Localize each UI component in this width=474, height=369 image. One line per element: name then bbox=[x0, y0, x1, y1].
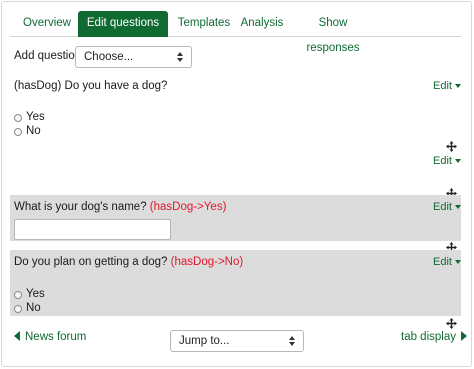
question-3-edit-label: Edit bbox=[433, 256, 452, 268]
page-break-edit-label: Edit bbox=[433, 155, 452, 167]
add-question-label: Add question bbox=[14, 50, 82, 62]
question-3-option-no-label: No bbox=[26, 302, 41, 314]
tab-edit-questions[interactable]: Edit questions bbox=[78, 11, 168, 37]
question-3-text: Do you plan on getting a dog? bbox=[14, 256, 168, 268]
select-arrows-icon bbox=[289, 335, 296, 347]
question-3-radio-yes[interactable] bbox=[14, 291, 22, 299]
tab-templates[interactable]: Templates bbox=[170, 11, 238, 36]
select-arrows-icon bbox=[177, 51, 184, 63]
dog-name-input[interactable] bbox=[14, 219, 171, 240]
question-3-tag: (hasDog->No) bbox=[170, 256, 244, 268]
question-1-radio-no[interactable] bbox=[14, 128, 22, 136]
question-3-edit-menu[interactable]: Edit bbox=[433, 256, 461, 268]
question-2-edit-label: Edit bbox=[433, 201, 452, 213]
prev-activity-link[interactable]: News forum bbox=[14, 331, 86, 343]
move-icon[interactable] bbox=[446, 141, 457, 152]
caret-down-icon bbox=[454, 84, 461, 89]
move-icon[interactable] bbox=[446, 318, 457, 329]
jump-to-select[interactable]: Jump to... bbox=[170, 330, 304, 352]
caret-down-icon bbox=[454, 260, 461, 265]
question-1-title: (hasDog) Do you have a dog? bbox=[14, 80, 167, 92]
add-question-select-value: Choose... bbox=[84, 51, 134, 63]
question-2-tag: (hasDog->Yes) bbox=[149, 201, 227, 213]
tab-bar: Overview Edit questions Templates Analys… bbox=[10, 11, 461, 54]
prev-activity-label: News forum bbox=[25, 331, 87, 343]
question-3-option-yes-label: Yes bbox=[26, 288, 45, 300]
question-1-option-no-label: No bbox=[26, 125, 41, 137]
arrow-right-icon bbox=[460, 331, 467, 341]
next-activity-link[interactable]: tab display bbox=[401, 331, 467, 343]
page-break-edit-menu[interactable]: Edit bbox=[433, 155, 461, 167]
next-activity-label: tab display bbox=[401, 331, 456, 343]
question-2-title: What is your dog's name? (hasDog->Yes) bbox=[14, 201, 226, 213]
question-1-tag: (hasDog) bbox=[14, 80, 62, 92]
tab-overview[interactable]: Overview bbox=[14, 11, 80, 36]
add-question-select[interactable]: Choose... bbox=[75, 46, 192, 68]
question-3-title: Do you plan on getting a dog? (hasDog->N… bbox=[14, 256, 243, 268]
jump-to-value: Jump to... bbox=[179, 335, 230, 347]
caret-down-icon bbox=[454, 205, 461, 210]
tab-show-responses[interactable]: Show responses bbox=[292, 11, 374, 54]
question-2-edit-menu[interactable]: Edit bbox=[433, 201, 461, 213]
question-3-radio-no[interactable] bbox=[14, 305, 22, 313]
question-1-radio-yes[interactable] bbox=[14, 114, 22, 122]
question-2-text: What is your dog's name? bbox=[14, 201, 147, 213]
question-1-text: Do you have a dog? bbox=[64, 80, 168, 92]
question-1-edit-label: Edit bbox=[433, 80, 452, 92]
question-1-edit-menu[interactable]: Edit bbox=[433, 80, 461, 92]
tab-analysis[interactable]: Analysis bbox=[234, 11, 290, 36]
question-1-option-yes-label: Yes bbox=[26, 111, 45, 123]
arrow-left-icon bbox=[14, 331, 20, 341]
caret-down-icon bbox=[454, 159, 461, 164]
